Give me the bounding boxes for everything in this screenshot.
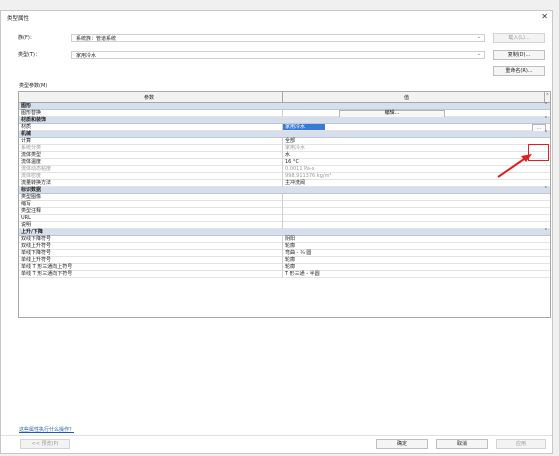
material-value[interactable]: 家用冷水 [283, 124, 325, 130]
type-params-label: 类型参数(M) [19, 83, 48, 89]
table-row[interactable]: 说明 [19, 222, 550, 229]
table-row[interactable]: 材质 家用冷水... [19, 124, 550, 132]
type-value: 家用冷水 [76, 53, 97, 59]
preview-button[interactable]: << 预览(P) [20, 439, 70, 449]
table-row: 系统分类 家用冷水 [19, 145, 550, 152]
table-row[interactable]: 图形替换 编辑... [19, 110, 550, 118]
chevron-down-icon: ⌄ [476, 34, 481, 40]
properties-grid: 参数 值 ⌃ 图形 ⌃ 图形替换 编辑... 材质和装饰 ⌃ 材质 家用冷水... 机械… [18, 91, 551, 318]
group-mechanical[interactable]: 机械 ⌃ [19, 130, 550, 138]
help-link[interactable]: 这些属性执行什么操作？ [19, 426, 74, 433]
chevron-up-icon[interactable]: ⌃ [544, 92, 550, 102]
rename-button[interactable]: 重命名(R)... [493, 66, 545, 76]
apply-button[interactable]: 应用 [496, 439, 546, 449]
divider [1, 435, 552, 436]
col-param: 参数 [144, 95, 155, 101]
col-value: 值 [404, 95, 410, 101]
collapse-icon[interactable]: ⌃ [544, 130, 548, 137]
table-row[interactable]: 单线下降符号 弯曲 - ¾ 圆 [19, 250, 550, 257]
table-row[interactable]: 类型图像 [19, 194, 550, 201]
table-row[interactable]: 类型注释 [19, 208, 550, 215]
collapse-icon[interactable]: ⌃ [544, 102, 548, 109]
table-row[interactable]: 单线 T 形三通向上符号 轮廓 [19, 264, 550, 271]
table-row[interactable]: 双线上升符号 轮廓 [19, 243, 550, 250]
table-row[interactable]: 单线 T 形三通向下符号 T 形三通 - 半圆 [19, 271, 550, 278]
table-row[interactable]: 流体温度 16 °C [19, 159, 550, 166]
close-icon[interactable]: ✕ [541, 12, 548, 21]
chevron-down-icon: ⌄ [476, 51, 481, 57]
collapse-icon[interactable]: ⌃ [544, 186, 548, 193]
collapse-icon[interactable]: ⌃ [544, 228, 548, 235]
cancel-button[interactable]: 取消 [436, 439, 488, 449]
load-button[interactable]: 载入(L)... [493, 33, 545, 43]
duplicate-button[interactable]: 复制(D)... [493, 50, 545, 60]
family-value: 系统族：管道系统 [76, 36, 117, 42]
table-row: 流体密度 998.911376 kg/m³ [19, 173, 550, 180]
table-row[interactable]: 双线下降符号 阴阳 [19, 236, 550, 243]
type-properties-dialog: 类型属性 ✕ 族(F)： 系统族：管道系统 ⌄ 载入(L)... 类型(T)： … [0, 10, 553, 454]
ok-button[interactable]: 确定 [376, 439, 428, 449]
group-graphics[interactable]: 图形 ⌃ [19, 102, 550, 110]
table-row[interactable]: 流量转换方法 主冲洗阀 [19, 180, 550, 187]
highlight-box [528, 144, 549, 161]
type-select[interactable]: 家用冷水 ⌄ [71, 51, 485, 59]
family-select[interactable]: 系统族：管道系统 ⌄ [71, 34, 485, 42]
grid-header: 参数 值 ⌃ [19, 92, 550, 103]
group-rise-drop[interactable]: 上升/下降 ⌃ [19, 228, 550, 236]
table-row[interactable]: URL [19, 215, 550, 222]
grid-empty-area [19, 278, 550, 317]
group-identity[interactable]: 标识数据 ⌃ [19, 186, 550, 194]
col-divider [282, 92, 283, 102]
collapse-icon[interactable]: ⌃ [544, 116, 548, 123]
table-row[interactable]: 计算 全部 [19, 138, 550, 145]
family-label: 族(F)： [18, 35, 35, 41]
table-row[interactable]: 流体类型水 [19, 152, 550, 159]
table-row[interactable]: 缩写 [19, 201, 550, 208]
group-materials[interactable]: 材质和装饰 ⌃ [19, 116, 550, 124]
type-label: 类型(T)： [18, 52, 40, 58]
table-row[interactable]: 单线上升符号 轮廓 [19, 257, 550, 264]
table-row: 流体动态粘度 0.0011 Pa-s [19, 166, 550, 173]
dialog-title: 类型属性 [7, 16, 30, 22]
title-bar: 类型属性 ✕ [1, 11, 552, 23]
